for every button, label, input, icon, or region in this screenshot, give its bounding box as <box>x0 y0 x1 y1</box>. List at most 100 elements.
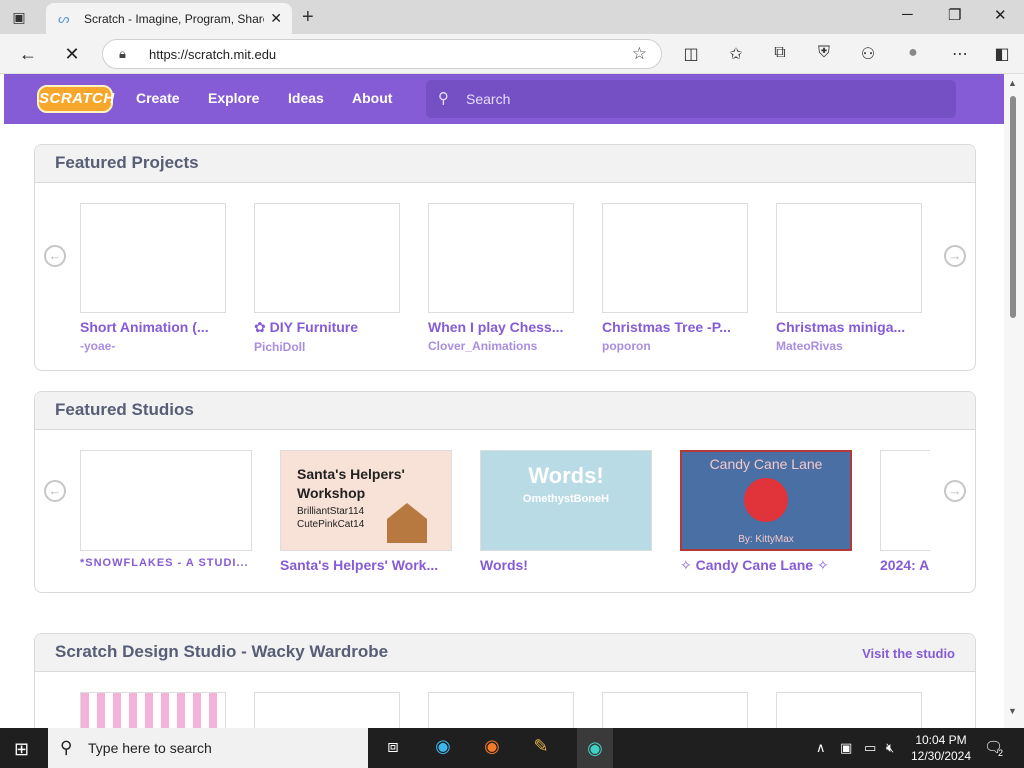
project-title[interactable]: Short Animation (... <box>80 319 226 335</box>
favorite-star-icon[interactable]: ☆ <box>632 44 647 64</box>
task-view-icon[interactable]: ⧈ <box>380 736 406 760</box>
scroll-thumb[interactable] <box>1010 96 1016 318</box>
section-header: Featured Projects <box>35 145 975 183</box>
project-thumbnail[interactable] <box>776 692 922 728</box>
volume-muted-icon[interactable]: 🔇︎ <box>886 740 894 756</box>
project-card[interactable]: When I play Chess... Clover_Animations <box>428 203 574 353</box>
section-title: Featured Studios <box>55 400 194 419</box>
project-title[interactable]: Christmas Tree -P... <box>602 319 748 335</box>
studio-title[interactable]: 2024: A <box>880 557 930 573</box>
scroll-down-icon[interactable]: ▼ <box>1008 706 1017 716</box>
project-card[interactable] <box>602 692 748 728</box>
search-input[interactable]: ⚲ Search <box>426 80 956 118</box>
carousel-prev-icon[interactable]: ← <box>44 245 66 267</box>
collections-icon[interactable]: ⧉ <box>770 44 790 62</box>
project-title[interactable]: When I play Chess... <box>428 319 574 335</box>
bow-icon <box>744 478 788 522</box>
lock-icon[interactable]: 🔒︎ <box>119 46 126 62</box>
project-thumbnail[interactable] <box>428 692 574 728</box>
carousel-next-icon[interactable]: → <box>944 480 966 502</box>
project-card[interactable]: ✿ DIY Furniture PichiDoll <box>254 203 400 354</box>
project-card[interactable]: Christmas miniga... MateoRivas <box>776 203 922 353</box>
copilot-icon[interactable]: ⚇ <box>858 44 878 64</box>
new-tab-icon[interactable]: + <box>302 6 314 29</box>
profile-avatar-icon[interactable]: ● <box>903 44 923 62</box>
firefox-icon[interactable]: ◉ <box>479 736 505 760</box>
project-thumbnail[interactable] <box>776 203 922 313</box>
visit-studio-link[interactable]: Visit the studio <box>862 646 955 661</box>
system-clock[interactable]: 10:04 PM 12/30/2024 <box>908 732 974 764</box>
studio-thumbnail[interactable]: Santa's Helpers' Workshop BrilliantStar1… <box>280 450 452 551</box>
tab-scratch[interactable]: ᔕ Scratch - Imagine, Program, Share ✕ <box>46 3 292 34</box>
studio-title[interactable]: *SNOWFLAKES - A STUDI... <box>80 557 252 569</box>
address-bar[interactable]: 🔒︎ https://scratch.mit.edu ☆ <box>102 39 662 69</box>
project-thumbnail[interactable] <box>602 203 748 313</box>
studio-title[interactable]: Words! <box>480 557 652 573</box>
project-thumbnail[interactable] <box>80 203 226 313</box>
device-icon[interactable]: ▣ <box>840 740 852 756</box>
studio-card[interactable]: Words! OmethystBoneH Words! <box>480 450 652 573</box>
studio-title[interactable]: ✧ Candy Cane Lane ✧ <box>680 557 852 574</box>
restore-icon[interactable]: ❐ <box>948 6 961 24</box>
studio-thumbnail[interactable]: Candy Cane Lane By: KittyMax <box>680 450 852 551</box>
split-screen-icon[interactable]: ◫ <box>681 44 701 64</box>
windows-start-icon[interactable]: ⊞ <box>14 739 29 760</box>
project-thumbnail[interactable] <box>428 203 574 313</box>
project-author[interactable]: poporon <box>602 339 748 353</box>
tab-actions-icon[interactable]: ▣ <box>8 7 30 27</box>
studio-thumbnail[interactable] <box>880 450 930 551</box>
project-card[interactable]: Christmas Tree -P... poporon <box>602 203 748 353</box>
network-icon[interactable]: ▭ <box>864 740 876 756</box>
scratch-logo[interactable]: SCRATCH <box>37 85 114 113</box>
nav-explore[interactable]: Explore <box>208 90 259 106</box>
nav-ideas[interactable]: Ideas <box>288 90 324 106</box>
taskbar-search[interactable]: ⚲ Type here to search <box>48 728 368 768</box>
studio-thumbnail[interactable] <box>80 450 252 551</box>
carousel-next-icon[interactable]: → <box>944 245 966 267</box>
project-author[interactable]: -yoae- <box>80 339 226 353</box>
edge-beta-icon[interactable]: ◉ <box>577 728 613 768</box>
carousel-prev-icon[interactable]: ← <box>44 480 66 502</box>
project-title[interactable]: Christmas miniga... <box>776 319 922 335</box>
show-hidden-icons[interactable]: ∧ <box>816 740 826 756</box>
studio-card[interactable]: Candy Cane Lane By: KittyMax ✧ Candy Can… <box>680 450 852 574</box>
paint-icon[interactable]: ✎ <box>528 736 554 760</box>
stop-loading-icon[interactable]: ✕ <box>60 42 84 66</box>
studio-card[interactable]: *SNOWFLAKES - A STUDI... <box>80 450 252 569</box>
tab-bar: ▣ ᔕ Scratch - Imagine, Program, Share ✕ … <box>0 0 1024 34</box>
project-thumbnail[interactable] <box>254 203 400 313</box>
project-author[interactable]: Clover_Animations <box>428 339 574 353</box>
project-thumbnail[interactable] <box>254 692 400 728</box>
project-thumbnail[interactable] <box>602 692 748 728</box>
studio-card[interactable]: 2024: A <box>880 450 930 573</box>
more-options-icon[interactable]: ⋯ <box>950 44 970 64</box>
minimize-icon[interactable]: ─ <box>902 6 913 23</box>
studio-thumbnail[interactable]: Words! OmethystBoneH <box>480 450 652 551</box>
favorites-icon[interactable]: ✩ <box>726 44 746 64</box>
project-card[interactable] <box>80 692 226 728</box>
back-icon[interactable]: ← <box>16 42 40 66</box>
page-scrollbar[interactable]: ▲ ▼ <box>1004 74 1024 728</box>
project-title[interactable]: ✿ DIY Furniture <box>254 319 400 336</box>
project-card[interactable] <box>776 692 922 728</box>
close-tab-icon[interactable]: ✕ <box>270 10 282 27</box>
scroll-up-icon[interactable]: ▲ <box>1008 78 1017 88</box>
project-author[interactable]: MateoRivas <box>776 339 922 353</box>
thumb-sub: By: KittyMax <box>738 534 794 545</box>
edge-icon[interactable]: ◉ <box>430 736 456 760</box>
nav-create[interactable]: Create <box>136 90 180 106</box>
address-toolbar: ← ✕ 🔒︎ https://scratch.mit.edu ☆ ◫ ✩ ⧉ ⛨… <box>0 34 1024 74</box>
project-card[interactable] <box>428 692 574 728</box>
studio-card[interactable]: Santa's Helpers' Workshop BrilliantStar1… <box>280 450 452 573</box>
nav-about[interactable]: About <box>352 90 392 106</box>
project-card[interactable]: Short Animation (... -yoae- <box>80 203 226 353</box>
sidebar-icon[interactable]: ◧ <box>992 44 1012 64</box>
project-thumbnail[interactable] <box>80 692 226 728</box>
close-window-icon[interactable]: ✕ <box>994 6 1007 24</box>
studio-title[interactable]: Santa's Helpers' Work... <box>280 557 452 573</box>
scratch-page: SCRATCH Create Explore Ideas About ⚲ Sea… <box>4 74 1004 728</box>
project-author[interactable]: PichiDoll <box>254 340 400 354</box>
extensions-icon[interactable]: ⛨ <box>814 44 834 62</box>
project-card[interactable] <box>254 692 400 728</box>
thumb-names: BrilliantStar114 CutePinkCat14 <box>297 506 365 530</box>
